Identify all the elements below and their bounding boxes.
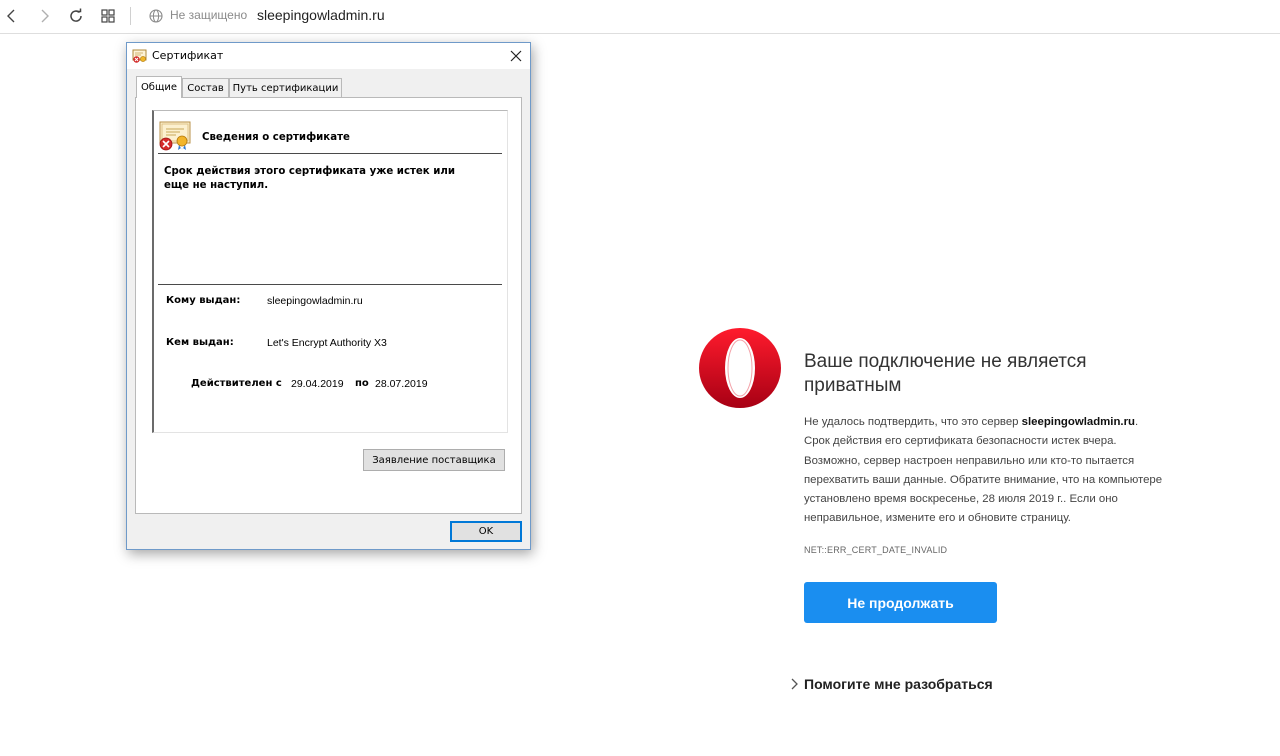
tab-panel-general: Сведения о сертификате Срок действия это…: [135, 97, 522, 514]
valid-from-label: Действителен с: [191, 378, 282, 389]
back-to-safety-button[interactable]: Не продолжать: [804, 582, 997, 623]
issued-to-label: Кому выдан:: [166, 295, 241, 306]
toolbar-divider: [130, 7, 131, 25]
certificate-warning-icon: [159, 121, 191, 151]
info-heading: Сведения о сертификате: [202, 132, 350, 143]
opera-logo-icon: [698, 327, 782, 409]
address-bar-url[interactable]: sleepingowladmin.ru: [257, 7, 385, 23]
error-description-prefix: Не удалось подтвердить, что это сервер: [804, 416, 1022, 428]
certificate-warning-text: Срок действия этого сертификата уже исте…: [164, 166, 456, 191]
dialog-titlebar[interactable]: Сертификат: [127, 43, 530, 69]
forward-icon[interactable]: [32, 5, 56, 27]
error-code: NET::ERR_CERT_DATE_INVALID: [804, 545, 948, 555]
valid-to-label: по: [355, 378, 369, 389]
ok-button[interactable]: OK: [450, 521, 522, 542]
valid-from-value: 29.04.2019: [291, 378, 344, 390]
issued-by-value: Let's Encrypt Authority X3: [267, 337, 387, 349]
info-divider-bottom: [158, 284, 502, 285]
security-status[interactable]: Не защищено: [170, 8, 247, 22]
issued-by-label: Кем выдан:: [166, 337, 234, 348]
close-icon[interactable]: [507, 47, 525, 65]
certificate-small-icon: [132, 49, 147, 63]
valid-to-value: 28.07.2019: [375, 378, 428, 390]
reload-icon[interactable]: [64, 5, 88, 27]
help-link[interactable]: Помогите мне разобраться: [789, 676, 993, 692]
tab-grid-icon[interactable]: [96, 5, 120, 27]
error-description: Не удалось подтвердить, что это сервер s…: [804, 413, 1164, 529]
error-title: Ваше подключение не является приватным: [804, 351, 1087, 396]
back-icon[interactable]: [0, 5, 24, 27]
error-description-suffix: . Срок действия его сертификата безопасн…: [804, 416, 1163, 525]
info-divider-top: [158, 153, 502, 154]
tab-general[interactable]: Общие: [136, 76, 182, 98]
dialog-title: Сертификат: [152, 49, 224, 62]
chevron-right-icon: [791, 678, 798, 690]
globe-icon[interactable]: [146, 5, 166, 27]
issuer-statement-button[interactable]: Заявление поставщика: [363, 449, 505, 471]
tab-certification-path[interactable]: Путь сертификации: [229, 78, 342, 97]
error-description-domain: sleepingowladmin.ru: [1021, 416, 1135, 428]
issued-to-value: sleepingowladmin.ru: [267, 295, 363, 307]
certificate-info-box: Сведения о сертификате Срок действия это…: [152, 110, 508, 433]
tab-details[interactable]: Состав: [182, 78, 229, 97]
help-link-label: Помогите мне разобраться: [804, 676, 993, 692]
certificate-dialog: Сертификат Общие Состав Путь сертификаци…: [126, 42, 531, 550]
browser-toolbar: Не защищено sleepingowladmin.ru: [0, 0, 1280, 34]
